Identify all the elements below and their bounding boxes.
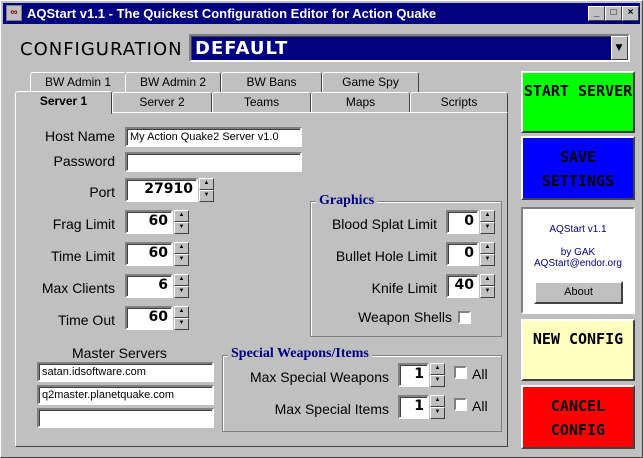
configuration-label: CONFIGURATION [20,39,183,60]
weapon-shells-checkbox[interactable] [458,311,471,324]
tab-server-1[interactable]: Server 1 [15,91,112,114]
special-weapons-title: Special Weapons/Items [228,346,372,362]
time-out-input[interactable]: 60 [125,306,173,330]
time-out-label: Time Out [57,312,115,328]
master-server-input-1[interactable]: satan.idsoftware.com [37,362,214,382]
app-icon[interactable]: ∞ [6,5,22,21]
knife-limit-spinner[interactable]: ▲ ▼ [480,274,495,298]
max-special-items-input[interactable]: 1 [398,395,429,419]
password-label: Password [53,153,115,169]
spin-down-icon[interactable]: ▼ [480,286,495,298]
tab-bw-bans[interactable]: BW Bans [221,72,322,92]
tab-teams[interactable]: Teams [212,92,311,112]
host-name-input[interactable]: My Action Quake2 Server v1.0 [125,127,302,147]
about-author: by GAK [560,247,596,258]
bullet-hole-label: Bullet Hole Limit [335,248,437,264]
main-window: ∞ AQStart v1.1 - The Quickest Configurat… [0,0,643,458]
knife-limit-label: Knife Limit [371,280,437,296]
start-server-button[interactable]: START SERVER [521,71,635,133]
about-email: AQStart@endor.org [534,258,622,269]
configuration-select[interactable]: DEFAULT ▼ [189,34,630,62]
graphics-title: Graphics [316,193,378,209]
spin-down-icon[interactable]: ▼ [480,222,495,234]
spin-up-icon[interactable]: ▲ [174,242,189,254]
frag-limit-label: Frag Limit [52,216,115,232]
minimize-button[interactable]: _ [588,6,605,21]
bullet-hole-spinner[interactable]: ▲ ▼ [480,242,495,266]
time-limit-input[interactable]: 60 [125,242,173,266]
port-input[interactable]: 27910 [125,178,198,202]
master-servers-title: Master Servers [72,345,167,361]
max-special-items-spinner[interactable]: ▲ ▼ [430,395,445,419]
max-special-weapons-spinner[interactable]: ▲ ▼ [430,363,445,387]
frag-limit-spinner[interactable]: ▲ ▼ [174,210,189,234]
server-1-panel: Host Name My Action Quake2 Server v1.0 P… [15,112,508,447]
about-app-name: AQStart v1.1 [549,224,607,235]
weapon-shells-label: Weapon Shells [358,309,452,325]
configuration-value: DEFAULT [195,38,289,59]
tab-scripts[interactable]: Scripts [410,92,508,112]
max-clients-label: Max Clients [41,280,115,296]
dropdown-arrow-icon[interactable]: ▼ [611,36,628,60]
spin-down-icon[interactable]: ▼ [430,407,445,419]
max-special-weapons-label: Max Special Weapons [249,369,389,385]
items-all-label: All [472,398,488,414]
weapons-all-label: All [472,366,488,382]
spin-down-icon[interactable]: ▼ [430,375,445,387]
spin-up-icon[interactable]: ▲ [199,178,214,190]
tab-bw-admin-2[interactable]: BW Admin 2 [125,72,221,92]
spin-up-icon[interactable]: ▲ [480,242,495,254]
frag-limit-input[interactable]: 60 [125,210,173,234]
about-button[interactable]: About [534,281,623,304]
blood-splat-spinner[interactable]: ▲ ▼ [480,210,495,234]
items-all-checkbox[interactable] [454,398,467,411]
max-clients-input[interactable]: 6 [125,274,173,298]
max-special-items-label: Max Special Items [274,401,389,417]
blood-splat-label: Blood Splat Limit [331,216,437,232]
spin-up-icon[interactable]: ▲ [430,395,445,407]
spin-down-icon[interactable]: ▼ [174,286,189,298]
close-button[interactable]: × [622,6,639,21]
password-input[interactable] [125,152,302,172]
host-name-label: Host Name [44,128,115,144]
blood-splat-input[interactable]: 0 [446,210,479,234]
tab-maps[interactable]: Maps [311,92,410,112]
max-clients-spinner[interactable]: ▲ ▼ [174,274,189,298]
spin-down-icon[interactable]: ▼ [174,318,189,330]
maximize-button[interactable]: □ [605,6,622,21]
spin-down-icon[interactable]: ▼ [199,190,214,202]
title-bar[interactable]: ∞ AQStart v1.1 - The Quickest Configurat… [3,3,640,24]
weapons-all-checkbox[interactable] [454,366,467,379]
time-limit-spinner[interactable]: ▲ ▼ [174,242,189,266]
spin-up-icon[interactable]: ▲ [174,274,189,286]
bullet-hole-input[interactable]: 0 [446,242,479,266]
cancel-config-button[interactable]: CANCEL CONFIG [521,385,635,449]
time-limit-label: Time Limit [50,248,115,264]
knife-limit-input[interactable]: 40 [446,274,479,298]
spin-up-icon[interactable]: ▲ [174,306,189,318]
save-settings-button[interactable]: SAVE SETTINGS [521,136,635,200]
spin-up-icon[interactable]: ▲ [174,210,189,222]
tab-bw-admin-1[interactable]: BW Admin 1 [30,72,126,92]
port-label: Port [89,184,115,200]
master-server-input-2[interactable]: q2master.planetquake.com [37,385,214,405]
new-config-button[interactable]: NEW CONFIG [521,319,635,381]
tab-game-spy[interactable]: Game Spy [322,72,419,92]
tab-server-2[interactable]: Server 2 [112,92,212,112]
about-box: AQStart v1.1 by GAK AQStart@endor.org Ab… [521,207,635,314]
spin-up-icon[interactable]: ▲ [430,363,445,375]
spin-down-icon[interactable]: ▼ [480,254,495,266]
spin-down-icon[interactable]: ▼ [174,222,189,234]
spin-down-icon[interactable]: ▼ [174,254,189,266]
max-special-weapons-input[interactable]: 1 [398,363,429,387]
spin-up-icon[interactable]: ▲ [480,210,495,222]
master-server-input-3[interactable] [37,408,214,428]
spin-up-icon[interactable]: ▲ [480,274,495,286]
window-title: AQStart v1.1 - The Quickest Configuratio… [27,6,437,21]
port-spinner[interactable]: ▲ ▼ [199,178,214,202]
time-out-spinner[interactable]: ▲ ▼ [174,306,189,330]
